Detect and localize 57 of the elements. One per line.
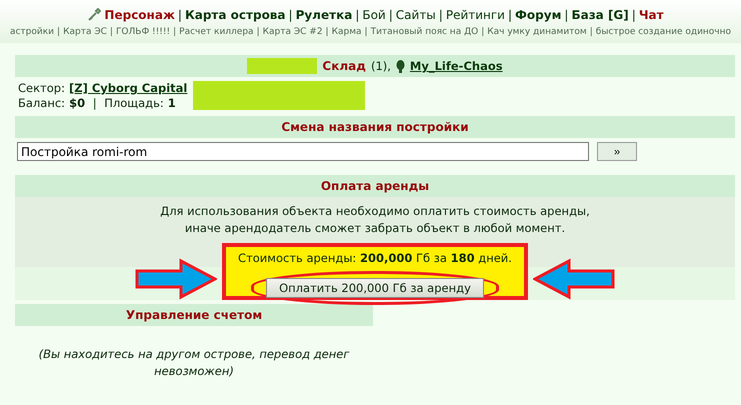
separator: | bbox=[110, 27, 113, 37]
separator: | bbox=[508, 8, 512, 22]
quick-link[interactable]: Карта ЭС bbox=[63, 27, 107, 37]
separator: | bbox=[388, 8, 393, 22]
quick-link[interactable]: Карта ЭС #2 bbox=[262, 27, 323, 37]
separator: | bbox=[92, 96, 98, 110]
section-title: Управление счетом bbox=[126, 308, 262, 322]
pay-button[interactable]: Оплатить 200,000 Гб за аренду bbox=[266, 278, 484, 298]
key-icon bbox=[87, 8, 102, 22]
area-label: Площадь: bbox=[104, 96, 164, 110]
balance-label: Баланс: bbox=[18, 96, 66, 110]
left-arrow-icon bbox=[533, 258, 615, 300]
owner-link[interactable]: My_Life-Chaos bbox=[410, 59, 503, 73]
section-title: Смена названия постройки bbox=[281, 120, 469, 134]
sector-link[interactable]: [Z] Cyborg Capital bbox=[68, 81, 188, 95]
name-input[interactable]: Постройка romi-rom bbox=[17, 142, 589, 161]
rent-cost: Стоимость аренды: 200,000 Гб за 180 дней. bbox=[238, 251, 512, 265]
separator: | bbox=[355, 8, 360, 22]
nav-link[interactable]: Чат bbox=[638, 8, 664, 22]
building-count: (1), bbox=[370, 59, 391, 73]
quick-link[interactable]: Расчет киллера bbox=[179, 27, 254, 37]
separator: | bbox=[364, 27, 368, 37]
submit-button[interactable]: » bbox=[597, 142, 637, 161]
separator: | bbox=[288, 8, 293, 22]
rent-message: Для использования объекта необходимо оплатить стоимость аренды, иначе арендодатель сможет забрать объект в любой момент. bbox=[15, 197, 735, 243]
redaction-block bbox=[247, 58, 318, 74]
separator: | bbox=[590, 27, 593, 37]
nav-link[interactable]: Форум bbox=[515, 8, 562, 22]
separator: | bbox=[632, 8, 636, 22]
nav-link[interactable]: Персонаж bbox=[104, 8, 175, 22]
nav-link[interactable]: Сайты bbox=[396, 8, 436, 22]
section-title: Оплата аренды bbox=[320, 179, 430, 193]
separator: | bbox=[256, 27, 260, 37]
quick-link[interactable]: Карма bbox=[332, 27, 362, 37]
quick-link[interactable]: астройки bbox=[10, 27, 54, 37]
area-value: 1 bbox=[168, 96, 176, 110]
quick-link[interactable]: ГОЛЬФ !!!!! bbox=[116, 27, 170, 37]
quick-link[interactable]: Титановый пояс на ДО bbox=[370, 27, 478, 37]
balance-value: $0 bbox=[69, 96, 86, 110]
separator: | bbox=[481, 27, 484, 37]
separator: | bbox=[173, 27, 176, 37]
quick-link[interactable]: быстрое создание одиночно bbox=[596, 27, 732, 37]
nav-link[interactable]: База [G] bbox=[571, 8, 629, 22]
nav-link[interactable]: Бой bbox=[362, 8, 386, 22]
separator: | bbox=[438, 8, 443, 22]
sector-label: Сектор: bbox=[18, 81, 65, 95]
account-note: (Вы находитесь на другом острове, перевод денег невозможен) bbox=[38, 346, 350, 380]
nav-link[interactable]: Карта острова bbox=[184, 8, 286, 22]
separator: | bbox=[564, 8, 568, 22]
nav-link[interactable]: Рулетка bbox=[296, 8, 352, 22]
quick-link[interactable]: Кач умку динамитом bbox=[487, 27, 587, 37]
right-arrow-icon bbox=[135, 258, 217, 300]
separator: | bbox=[326, 27, 329, 37]
separator: | bbox=[57, 27, 60, 37]
building-title: Склад bbox=[322, 59, 366, 73]
nav-link[interactable]: Рейтинги bbox=[446, 8, 505, 22]
separator: | bbox=[178, 8, 182, 22]
